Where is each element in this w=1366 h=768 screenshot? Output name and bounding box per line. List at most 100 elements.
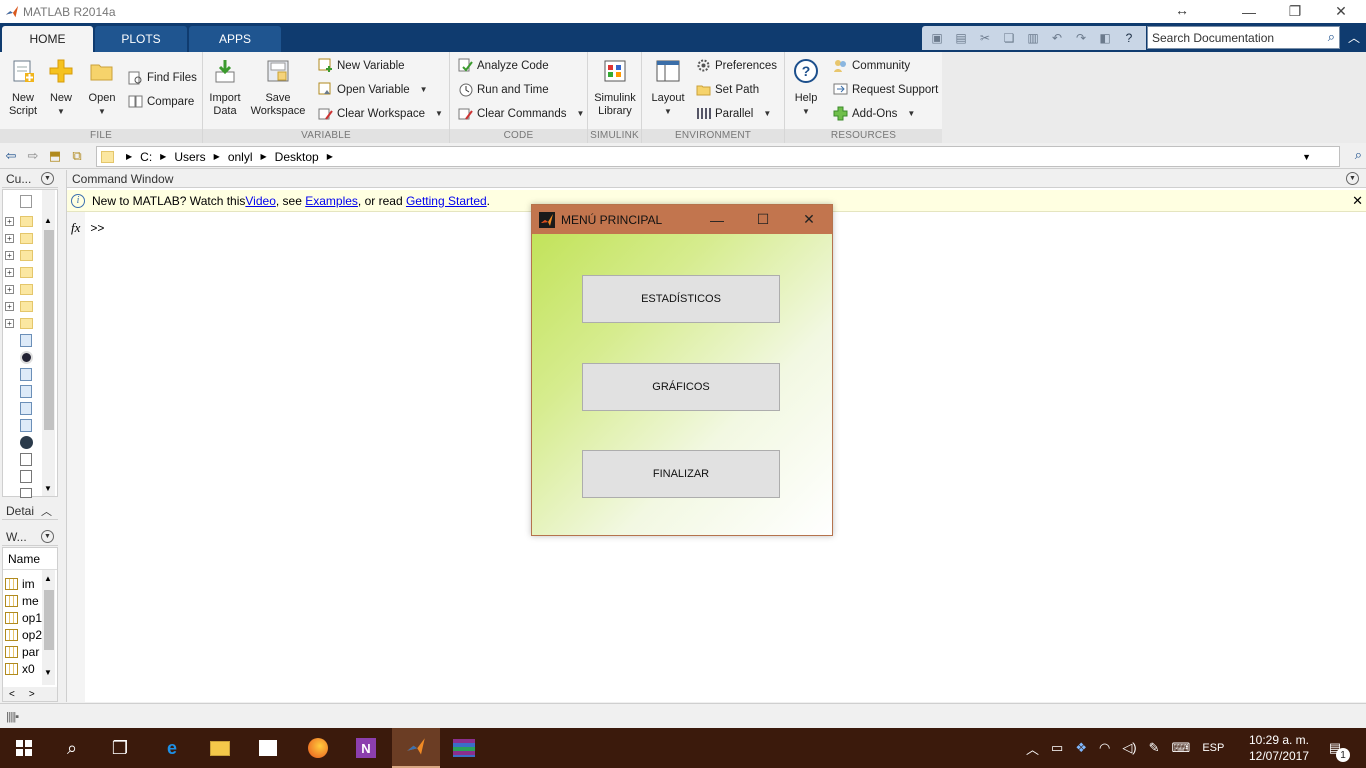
tab-apps[interactable]: APPS <box>189 26 281 52</box>
table-row[interactable]: op1 <box>5 610 42 626</box>
save-workspace-button[interactable]: Save Workspace <box>249 58 307 118</box>
undo-icon[interactable]: ↶ <box>1048 29 1066 47</box>
workspace-header[interactable]: W... ▼ <box>2 528 58 546</box>
video-link[interactable]: Video <box>245 194 275 208</box>
close-icon[interactable]: ✕ <box>1352 193 1363 209</box>
battery-icon[interactable]: ▭ <box>1051 740 1063 756</box>
search-icon[interactable]: ⌕ <box>48 728 96 768</box>
vertical-scrollbar[interactable]: ▲ ▼ <box>42 190 55 496</box>
function-browser-icon[interactable]: fx <box>71 220 80 236</box>
run-and-time-button[interactable]: Run and Time <box>458 82 549 97</box>
finalizar-button[interactable]: FINALIZAR <box>582 450 780 498</box>
list-item[interactable]: + <box>5 265 41 280</box>
workspace-table[interactable]: Name im me op1 op2 par x0 ▲ ▼ < > <box>2 547 58 702</box>
list-item[interactable] <box>5 194 41 209</box>
chevron-up-icon[interactable]: ︿ <box>41 503 52 519</box>
table-row[interactable]: par <box>5 644 39 660</box>
save-icon[interactable]: ▤ <box>952 29 970 47</box>
details-header[interactable]: Detai ︿ <box>2 502 58 520</box>
search-folder-icon[interactable]: ⌕ <box>1355 147 1362 163</box>
volume-icon[interactable]: ◁) <box>1122 740 1136 756</box>
table-row[interactable]: im <box>5 576 35 592</box>
expand-icon[interactable]: + <box>5 268 14 277</box>
forward-arrow-icon[interactable]: ⇨ <box>24 147 42 165</box>
import-data-button[interactable]: Import Data <box>207 58 243 118</box>
expand-icon[interactable]: + <box>5 234 14 243</box>
restore-button[interactable]: ❐ <box>1272 0 1318 23</box>
task-view-icon[interactable]: ❐ <box>96 728 144 768</box>
list-item[interactable] <box>5 469 41 484</box>
command-prompt-row[interactable]: fx >> <box>71 220 104 236</box>
examples-link[interactable]: Examples <box>305 194 358 208</box>
pen-icon[interactable]: ✎ <box>1149 740 1160 756</box>
switch-windows-icon[interactable]: ◧ <box>1096 29 1114 47</box>
current-path-field[interactable]: ▶ C: ▶ Users ▶ onlyl ▶ Desktop ▶ ▼ <box>96 146 1340 167</box>
analyze-code-button[interactable]: Analyze Code <box>458 58 549 73</box>
scrollbar-thumb[interactable] <box>44 590 54 650</box>
clear-workspace-button[interactable]: Clear Workspace ▼ <box>318 106 443 121</box>
clock[interactable]: 10:29 a. m. 12/07/2017 <box>1246 732 1312 764</box>
wifi-icon[interactable]: ◠ <box>1099 740 1110 756</box>
open-variable-button[interactable]: Open Variable ▼ <box>318 82 428 97</box>
close-button[interactable]: ✕ <box>1318 0 1364 23</box>
expand-icon[interactable]: + <box>5 302 14 311</box>
current-folder-header[interactable]: Cu... ▼ <box>2 170 58 188</box>
list-item[interactable] <box>5 350 41 365</box>
dropbox-icon[interactable]: ❖ <box>1075 740 1087 756</box>
firefox-icon[interactable] <box>294 728 342 768</box>
help-circle-icon[interactable]: ? <box>1120 29 1138 47</box>
panel-options-icon[interactable]: ▼ <box>41 530 54 543</box>
paste-icon[interactable]: ▥ <box>1024 29 1042 47</box>
tab-home[interactable]: HOME <box>2 26 93 52</box>
browse-folder-icon[interactable]: ⧉ <box>68 147 86 165</box>
list-item[interactable] <box>5 418 41 433</box>
list-item[interactable]: + <box>5 214 41 229</box>
search-documentation-input[interactable]: Search Documentation ⌕ <box>1147 26 1340 49</box>
new-button[interactable]: New ▼ <box>46 58 76 118</box>
add-ons-button[interactable]: Add-Ons ▼ <box>833 106 915 121</box>
matlab-taskbar-icon[interactable] <box>392 728 440 768</box>
simulink-library-button[interactable]: Simulink Library <box>592 58 638 118</box>
tab-plots[interactable]: PLOTS <box>95 26 187 52</box>
list-item[interactable]: + <box>5 316 41 331</box>
new-variable-button[interactable]: New Variable <box>318 58 405 73</box>
panel-options-icon[interactable]: ▼ <box>1346 172 1359 185</box>
path-segment[interactable]: Users <box>174 150 205 164</box>
scrollbar-thumb[interactable] <box>44 230 54 430</box>
graficos-button[interactable]: GRÁFICOS <box>582 363 780 411</box>
winrar-icon[interactable] <box>440 728 488 768</box>
list-item[interactable] <box>5 452 41 467</box>
table-row[interactable]: x0 <box>5 661 35 677</box>
command-window-header[interactable]: Command Window ▼ <box>67 170 1366 188</box>
start-button[interactable] <box>0 728 48 768</box>
path-segment[interactable]: C: <box>140 150 152 164</box>
expand-icon[interactable]: + <box>5 217 14 226</box>
new-script-button[interactable]: New Script <box>6 58 40 118</box>
collapse-ribbon-icon[interactable]: ︿ <box>1348 29 1360 46</box>
estadisticos-button[interactable]: ESTADÍSTICOS <box>582 275 780 323</box>
keyboard-icon[interactable]: ⌨ <box>1172 740 1191 756</box>
minimize-button[interactable]: — <box>694 205 740 234</box>
horizontal-scrollbar[interactable]: < > <box>3 687 57 701</box>
current-folder-list[interactable]: + + + + + + + ▲ ▼ <box>2 189 58 500</box>
list-item[interactable] <box>5 367 41 382</box>
panel-options-icon[interactable]: ▼ <box>41 172 54 185</box>
path-segment[interactable]: Desktop <box>275 150 319 164</box>
clear-commands-button[interactable]: Clear Commands ▼ <box>458 106 584 121</box>
list-item[interactable] <box>5 485 41 500</box>
cut-icon[interactable]: ✂ <box>976 29 994 47</box>
list-item[interactable]: + <box>5 231 41 246</box>
onenote-icon[interactable]: N <box>342 728 390 768</box>
set-path-button[interactable]: Set Path <box>696 82 759 97</box>
open-button[interactable]: Open ▼ <box>86 58 118 118</box>
close-button[interactable]: ✕ <box>786 205 832 234</box>
up-folder-icon[interactable]: ⬒ <box>46 147 64 165</box>
back-arrow-icon[interactable]: ⇦ <box>2 147 20 165</box>
list-item[interactable] <box>5 333 41 348</box>
expand-icon[interactable]: + <box>5 319 14 328</box>
list-item[interactable] <box>5 401 41 416</box>
path-dropdown-icon[interactable]: ▼ <box>1302 152 1311 162</box>
show-hidden-icons-icon[interactable]: ︿ <box>1026 739 1039 758</box>
workspace-column-header[interactable]: Name <box>3 548 57 570</box>
language-indicator[interactable]: ESP <box>1202 742 1224 754</box>
